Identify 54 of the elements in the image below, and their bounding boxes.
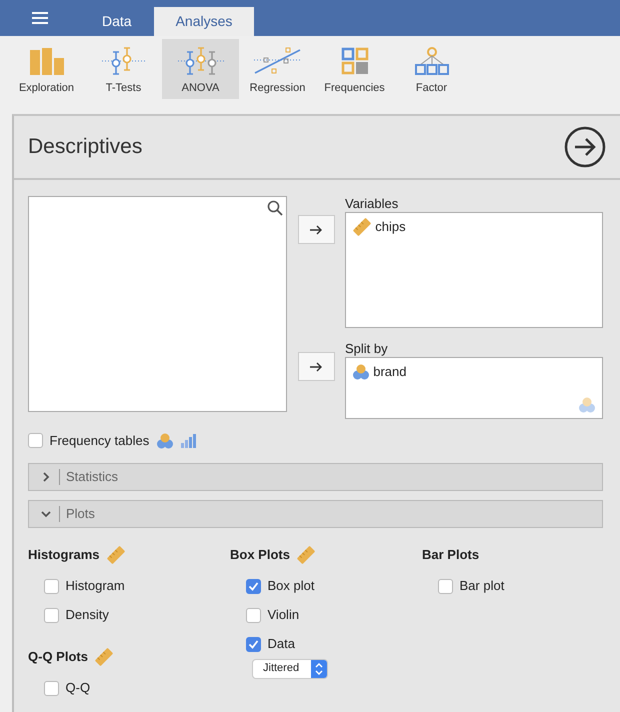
checkbox-label: Density <box>66 606 109 624</box>
checkbox-label: Data <box>268 635 295 654</box>
target-list[interactable]: chips <box>345 212 603 328</box>
scatter-plot-icon <box>252 46 304 76</box>
variable-name[interactable]: brand <box>373 362 406 382</box>
group-heading: Q-Q Plots <box>28 648 88 666</box>
toolbar-button[interactable]: Frequencies <box>316 39 393 99</box>
group-heading: Bar Plots <box>422 546 480 564</box>
nominal-icon <box>156 432 174 450</box>
toolbar-button[interactable]: ANOVA <box>162 39 239 99</box>
checkbox[interactable] <box>28 433 43 448</box>
tree-icon <box>414 46 450 76</box>
error-bars-icon <box>176 46 226 76</box>
checkbox[interactable] <box>438 578 453 594</box>
target-label: Split by <box>345 341 389 357</box>
menu-tab[interactable]: Analyses <box>154 7 254 36</box>
menu-tab[interactable]: Data <box>80 7 154 36</box>
checkbox[interactable] <box>246 578 261 594</box>
move-right-button[interactable] <box>298 352 334 381</box>
checkbox[interactable] <box>44 680 59 696</box>
search-icon[interactable] <box>266 200 283 216</box>
nominal-icon <box>352 362 370 381</box>
section-header[interactable]: Plots <box>28 500 603 528</box>
checkbox-label: Violin <box>268 606 300 624</box>
checkbox[interactable] <box>44 578 59 594</box>
toolbar-button[interactable]: Factor <box>393 39 470 99</box>
nominal-icon <box>578 396 596 414</box>
group-heading: Box Plots <box>230 546 290 564</box>
toolbar-button[interactable]: Regression <box>239 39 316 99</box>
checkbox[interactable] <box>44 608 59 622</box>
group-heading: Histograms <box>28 546 100 564</box>
target-label: Variables <box>345 196 400 212</box>
checkbox-label: Histogram <box>66 577 125 596</box>
move-right-button[interactable] <box>298 215 334 244</box>
up-down-arrows-icon[interactable] <box>315 662 324 674</box>
checkbox-label: Q-Q <box>66 679 90 698</box>
variable-name[interactable]: chips <box>375 217 406 237</box>
checkbox-label: Bar plot <box>460 577 504 596</box>
toolbar-button[interactable]: Exploration <box>8 39 85 99</box>
panel-title: Descriptives <box>28 134 142 160</box>
section-header[interactable]: Statistics <box>28 462 603 490</box>
dropdown[interactable]: Jittered <box>252 658 328 678</box>
checkbox-label: Box plot <box>268 577 314 596</box>
ordinal-icon <box>180 434 196 448</box>
checkbox[interactable] <box>246 636 261 652</box>
target-list[interactable]: brand <box>345 357 603 419</box>
arrow-right-icon <box>309 362 323 372</box>
toolbar-button[interactable]: T-Tests <box>85 39 162 99</box>
arrow-right-icon <box>309 225 323 236</box>
menu-icon[interactable] <box>32 12 48 24</box>
error-bars-icon <box>100 46 148 76</box>
grid-icon <box>340 46 370 76</box>
checkbox-label: Frequency tables <box>50 432 150 450</box>
checkbox[interactable] <box>246 608 261 622</box>
